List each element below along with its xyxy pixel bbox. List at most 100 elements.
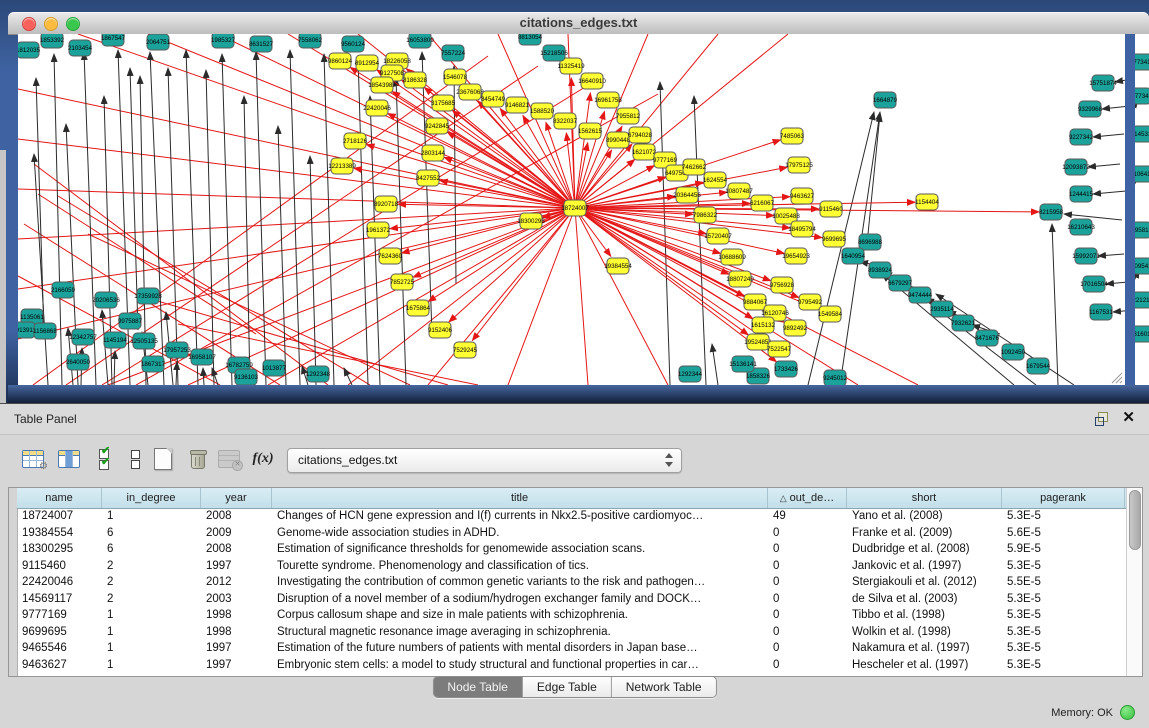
network-node[interactable]: 7557224: [441, 45, 466, 61]
column-header-pagerank[interactable]: pagerank: [1002, 488, 1125, 508]
network-node[interactable]: 1985327: [211, 34, 236, 48]
network-node[interactable]: 9136103: [234, 369, 259, 385]
network-node[interactable]: 18807249: [726, 271, 754, 287]
table-row[interactable]: 1830029562008Estimation of significance …: [17, 541, 1127, 558]
window-titlebar[interactable]: citations_edges.txt: [8, 12, 1149, 35]
network-node[interactable]: 7522547: [767, 341, 792, 357]
network-node[interactable]: 1244415: [1069, 186, 1094, 202]
table-vertical-scrollbar[interactable]: [1126, 488, 1142, 676]
network-node[interactable]: 2803144: [421, 145, 446, 161]
table-row[interactable]: 977716911998Corpus callosum shape and si…: [17, 607, 1127, 624]
tab-edge-table[interactable]: Edge Table: [523, 677, 612, 697]
column-header-year[interactable]: year: [201, 488, 272, 508]
network-node[interactable]: 16961758: [594, 92, 622, 108]
table-row[interactable]: 946362711997Embryonic stem cells: a mode…: [17, 657, 1127, 674]
network-node[interactable]: 9329968: [1078, 101, 1103, 117]
network-node[interactable]: 8912954: [355, 55, 380, 71]
network-node[interactable]: 7932621: [951, 315, 976, 331]
network-node[interactable]: 8938924: [868, 262, 893, 278]
network-node[interactable]: 8215958: [1039, 204, 1064, 220]
network-node[interactable]: 2718126: [343, 133, 368, 149]
network-node[interactable]: 1867547: [101, 34, 126, 46]
network-node[interactable]: 8322037: [553, 113, 578, 129]
scrollbar-thumb[interactable]: [1129, 490, 1141, 550]
network-node[interactable]: 1812035: [18, 42, 41, 58]
network-node[interactable]: 17016504: [1080, 276, 1108, 292]
network-node[interactable]: 1640954: [841, 248, 866, 264]
network-node[interactable]: 9560124: [341, 36, 366, 52]
network-node[interactable]: 9892492: [783, 320, 808, 336]
table-row[interactable]: 1938455462009Genome-wide association stu…: [17, 525, 1127, 542]
table-row[interactable]: 911546021997Tourette syndrome. Phenomeno…: [17, 558, 1127, 575]
network-node[interactable]: 8631527: [249, 36, 274, 52]
column-visibility-icon[interactable]: [56, 446, 82, 472]
network-node[interactable]: 19384554: [604, 258, 632, 274]
network-node[interactable]: 8454749: [481, 91, 506, 107]
network-node[interactable]: 20206536: [92, 292, 120, 308]
network-node[interactable]: 1624554: [703, 172, 728, 188]
network-node[interactable]: 1664879: [873, 92, 898, 108]
network-node[interactable]: 9146821: [505, 97, 530, 113]
network-node[interactable]: 1549584: [818, 306, 843, 322]
network-node[interactable]: 1292344: [678, 366, 703, 382]
network-node[interactable]: 18724007: [561, 200, 589, 216]
network-node[interactable]: 2064751: [146, 34, 171, 50]
network-node[interactable]: 1853392: [40, 34, 65, 48]
new-column-icon[interactable]: [150, 446, 176, 472]
network-node[interactable]: 8990448: [606, 132, 631, 148]
column-header-in_degree[interactable]: in_degree: [102, 488, 201, 508]
network-node[interactable]: 18300295: [517, 213, 545, 229]
network-node[interactable]: 9463627: [790, 188, 815, 204]
network-node[interactable]: 1961372: [366, 222, 391, 238]
network-node[interactable]: 7986322: [693, 207, 718, 223]
network-node[interactable]: 17359928: [134, 288, 162, 304]
network-node[interactable]: 7955812: [616, 108, 641, 124]
network-node[interactable]: 9152406: [428, 322, 453, 338]
network-node[interactable]: 1092450: [1001, 344, 1026, 360]
network-node[interactable]: 15751874: [1089, 75, 1117, 91]
network-node[interactable]: 1145194: [103, 332, 127, 348]
network-node[interactable]: 6216067: [750, 195, 775, 211]
network-node[interactable]: 7485063: [780, 128, 805, 144]
network-node[interactable]: 1546078: [443, 69, 468, 85]
column-header-title[interactable]: title: [272, 488, 768, 508]
column-header-out_de[interactable]: △out_de…: [768, 488, 847, 508]
deselect-rows-icon[interactable]: [122, 446, 148, 472]
network-node[interactable]: 12213389: [328, 158, 356, 174]
network-node[interactable]: 16053809: [406, 34, 434, 48]
network-node[interactable]: 7529245: [453, 342, 478, 358]
network-node[interactable]: 20364456: [673, 187, 701, 203]
network-node[interactable]: 1013877: [262, 360, 287, 376]
select-all-checkboxes-icon[interactable]: ✔✔: [92, 446, 118, 472]
network-node[interactable]: 16640910: [578, 73, 606, 89]
network-node[interactable]: 2640050: [66, 354, 91, 370]
network-node[interactable]: 22420046: [363, 100, 391, 116]
table-row[interactable]: 1872400712008Changes of HCN gene express…: [17, 508, 1127, 525]
network-node[interactable]: 1615132: [751, 317, 776, 333]
network-node[interactable]: 9242845: [425, 118, 450, 134]
network-node[interactable]: 16958107: [188, 349, 216, 365]
network-node[interactable]: 9245012: [823, 370, 848, 385]
network-node[interactable]: 8471676: [975, 330, 1000, 346]
network-node[interactable]: 7852725: [390, 274, 415, 290]
column-header-short[interactable]: short: [847, 488, 1002, 508]
network-node[interactable]: 8186328: [403, 72, 428, 88]
network-node[interactable]: 9699695: [822, 231, 847, 247]
network-node[interactable]: 19654923: [782, 248, 810, 264]
network-node[interactable]: 9115460: [819, 201, 843, 217]
network-node[interactable]: 16210643: [1067, 219, 1095, 235]
float-panel-icon[interactable]: [1095, 412, 1109, 426]
network-node[interactable]: 9975887: [118, 313, 143, 329]
network-node[interactable]: 2103454: [68, 40, 93, 56]
network-node[interactable]: 15720407: [704, 228, 732, 244]
table-settings-icon[interactable]: ⚙: [20, 446, 46, 472]
network-node[interactable]: 6679297: [888, 275, 913, 291]
network-node[interactable]: 1867317: [141, 356, 166, 372]
delete-column-icon[interactable]: [184, 446, 210, 472]
table-row[interactable]: 946554611997Estimation of the future num…: [17, 640, 1127, 657]
network-node[interactable]: 18495794: [788, 221, 816, 237]
network-canvas[interactable]: 1872400718300295986012489129541822605891…: [18, 34, 1149, 385]
network-node[interactable]: 1167531: [1089, 304, 1113, 320]
network-node[interactable]: 1156868: [33, 323, 57, 339]
network-node[interactable]: 2935114: [930, 301, 954, 317]
